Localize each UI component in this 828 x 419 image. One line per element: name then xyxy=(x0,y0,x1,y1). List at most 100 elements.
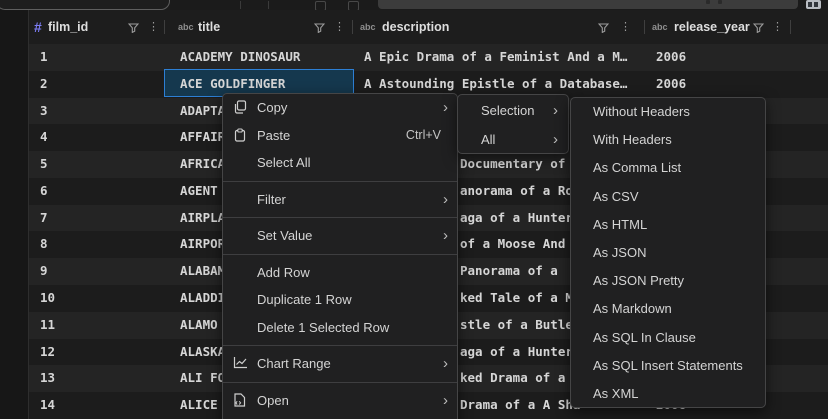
row-header[interactable] xyxy=(0,365,29,393)
column-header-release_year[interactable]: release_year xyxy=(674,10,750,44)
row-header[interactable] xyxy=(0,177,29,205)
cell-description[interactable]: anorama of a Rob xyxy=(460,178,580,205)
cell-film-id[interactable]: 7 xyxy=(40,205,48,232)
filter-icon[interactable] xyxy=(128,23,139,33)
menu-item-copy[interactable]: Copy › xyxy=(223,94,457,122)
cell-film-id[interactable]: 8 xyxy=(40,231,48,258)
menu-item-as-sql-in-clause[interactable]: As SQL In Clause xyxy=(571,324,765,352)
menu-item-label: Filter xyxy=(257,191,286,207)
menu-item-as-json[interactable]: As JSON xyxy=(571,239,765,267)
cell-description[interactable]: Panorama of a xyxy=(460,258,558,285)
row-header[interactable] xyxy=(0,151,29,178)
menu-item-add-row[interactable]: Add Row xyxy=(223,259,457,287)
filter-icon[interactable] xyxy=(314,23,325,33)
cell-film-id[interactable]: 14 xyxy=(40,392,55,419)
cell-film-id[interactable]: 4 xyxy=(40,124,48,151)
row-header[interactable] xyxy=(0,392,29,419)
cell-description[interactable]: aga of a Hunter xyxy=(460,205,573,232)
cell-title[interactable]: AFRICA xyxy=(180,151,225,178)
menu-item-open[interactable]: Open › xyxy=(223,387,457,415)
menu-item-filter[interactable]: Filter › xyxy=(223,186,457,214)
menu-item-duplicate-1-row[interactable]: Duplicate 1 Row xyxy=(223,286,457,314)
column-menu-icon[interactable]: ⋮ xyxy=(148,10,159,44)
search-glyph-icon xyxy=(706,0,710,4)
cell-description[interactable]: A Epic Drama of a Feminist And a M… xyxy=(364,44,627,71)
menu-item-all[interactable]: All › xyxy=(458,125,568,154)
panel-layout-icon[interactable] xyxy=(806,0,821,9)
cell-film-id[interactable]: 1 xyxy=(40,44,48,71)
row-header[interactable] xyxy=(0,97,29,125)
cell-release-year[interactable]: 2006 xyxy=(656,71,686,98)
cell-title[interactable]: ALASKA xyxy=(180,339,225,366)
cell-film-id[interactable]: 12 xyxy=(40,339,55,366)
cell-description[interactable]: ked Drama of a xyxy=(460,365,565,392)
cell-title[interactable]: AGENT xyxy=(180,178,218,205)
cell-title[interactable]: ALAMO xyxy=(180,312,218,339)
menu-item-as-comma-list[interactable]: As Comma List xyxy=(571,154,765,182)
cell-title[interactable]: ALADDI xyxy=(180,285,225,312)
menu-item-paste[interactable]: Paste Ctrl+V xyxy=(223,122,457,150)
cell-release-year[interactable]: 2006 xyxy=(656,44,686,71)
column-menu-icon[interactable]: ⋮ xyxy=(772,10,783,44)
filter-icon[interactable] xyxy=(753,23,764,33)
cell-film-id[interactable]: 11 xyxy=(40,312,55,339)
search-input[interactable] xyxy=(378,0,798,9)
cell-film-id[interactable]: 2 xyxy=(40,71,48,98)
menu-item-as-json-pretty[interactable]: As JSON Pretty xyxy=(571,267,765,295)
cell-title[interactable]: ACADEMY DINOSAUR xyxy=(180,44,300,71)
menu-item-as-csv[interactable]: As CSV xyxy=(571,183,765,211)
row-header[interactable] xyxy=(0,204,29,232)
column-header-film_id[interactable]: film_id xyxy=(48,10,88,44)
cell-description[interactable]: stle of a Butler xyxy=(460,312,580,339)
menu-item-as-xml[interactable]: As XML xyxy=(571,380,765,408)
row-header[interactable] xyxy=(0,311,29,339)
column-divider xyxy=(164,20,165,34)
row-header[interactable] xyxy=(0,70,29,98)
row-header[interactable] xyxy=(0,231,29,259)
row-header[interactable] xyxy=(0,258,29,286)
table-row: 1 ACADEMY DINOSAUR A Epic Drama of a Femin… xyxy=(0,44,828,71)
search-glyph-icon xyxy=(718,0,722,4)
column-menu-icon[interactable]: ⋮ xyxy=(334,10,345,44)
menu-item-as-markdown[interactable]: As Markdown xyxy=(571,295,765,323)
menu-item-set-value[interactable]: Set Value › xyxy=(223,222,457,250)
cell-title[interactable]: AIRPOR xyxy=(180,231,225,258)
cell-film-id[interactable]: 10 xyxy=(40,285,55,312)
cell-film-id[interactable]: 13 xyxy=(40,365,55,392)
column-header-title[interactable]: title xyxy=(198,10,220,44)
cell-title[interactable]: ALI FO xyxy=(180,365,225,392)
row-header[interactable] xyxy=(0,338,29,366)
menu-item-without-headers[interactable]: Without Headers xyxy=(571,98,765,126)
cell-film-id[interactable]: 3 xyxy=(40,98,48,125)
cell-film-id[interactable]: 9 xyxy=(40,258,48,285)
cell-film-id[interactable]: 6 xyxy=(40,178,48,205)
cell-title[interactable]: AFFAIR xyxy=(180,124,225,151)
menu-item-with-headers[interactable]: With Headers xyxy=(571,126,765,154)
cell-description[interactable]: Documentary of xyxy=(460,151,565,178)
filter-icon[interactable] xyxy=(598,23,609,33)
menu-item-delete-1-selected-row[interactable]: Delete 1 Selected Row xyxy=(223,314,457,342)
cell-title[interactable]: ALABAM xyxy=(180,258,225,285)
menu-separator xyxy=(223,341,457,350)
cell-title[interactable]: AIRPLA xyxy=(180,205,225,232)
cell-description[interactable]: ked Tale of a Ma xyxy=(460,285,580,312)
row-header[interactable] xyxy=(0,44,29,71)
menu-item-select-all[interactable]: Select All xyxy=(223,149,457,177)
row-header[interactable] xyxy=(0,285,29,312)
cell-description[interactable]: of a Moose And a xyxy=(460,231,580,258)
column-menu-icon[interactable]: ⋮ xyxy=(620,10,631,44)
menu-item-selection[interactable]: Selection › xyxy=(458,96,568,125)
cell-title[interactable]: ADAPTA xyxy=(180,98,225,125)
cell-description[interactable]: aga of a Hunter xyxy=(460,339,573,366)
menu-item-as-html[interactable]: As HTML xyxy=(571,211,765,239)
menu-item-as-sql-insert-statements[interactable]: As SQL Insert Statements xyxy=(571,352,765,380)
column-header-description[interactable]: description xyxy=(382,10,449,44)
cell-description[interactable]: Drama of a A Sha xyxy=(460,392,580,419)
menu-item-chart-range[interactable]: Chart Range › xyxy=(223,350,457,378)
menu-separator xyxy=(223,177,457,186)
menu-item-label: As SQL In Clause xyxy=(593,329,696,345)
cell-film-id[interactable]: 5 xyxy=(40,151,48,178)
row-header[interactable] xyxy=(0,124,29,152)
results-tab[interactable] xyxy=(0,0,170,10)
cell-title[interactable]: ALICE xyxy=(180,392,218,419)
